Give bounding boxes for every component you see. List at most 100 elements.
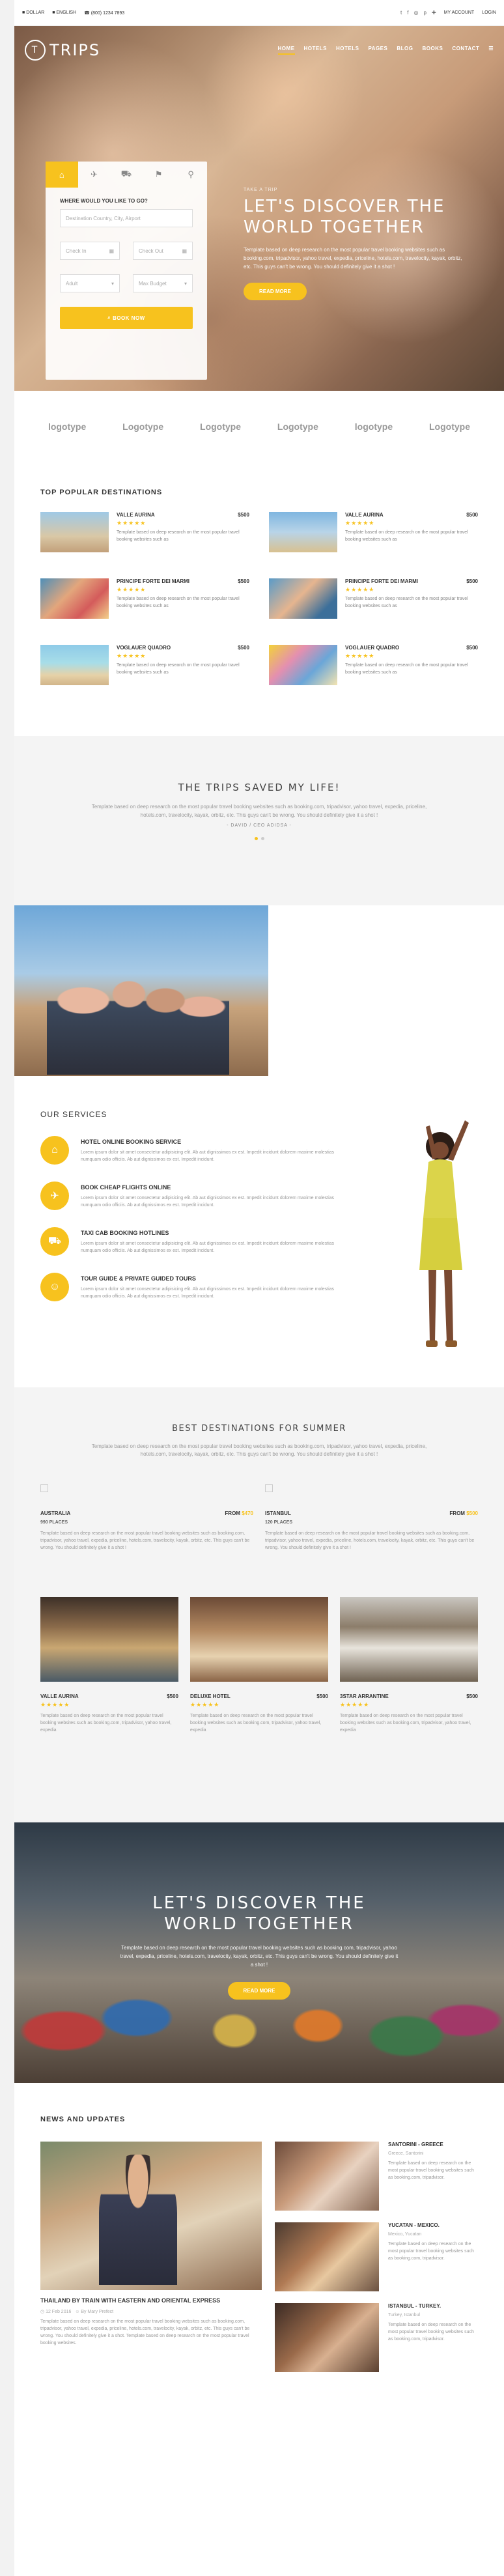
book-now-button[interactable]: ⌕ BOOK NOW <box>60 307 193 329</box>
hotel-image <box>190 1597 328 1682</box>
bike-tab-icon[interactable]: ⚲ <box>175 162 207 188</box>
clock-icon: ◷ <box>40 2310 46 2314</box>
testimonial-author: - DAVID / CEO ADIDSA - <box>227 823 292 828</box>
partner-logo[interactable]: logotype <box>48 421 86 432</box>
nav-item-hotels[interactable]: HOTELS <box>304 46 327 55</box>
search-icon: ⌕ <box>107 315 113 320</box>
hotel-image <box>340 1597 478 1682</box>
car-tab-icon[interactable]: ⛟ <box>110 162 143 188</box>
news-title: NEWS AND UPDATES <box>40 2116 126 2123</box>
hotel-card[interactable]: VALLE AURINA $500 ★★★★★ Template based on… <box>40 1597 178 1734</box>
broken-image-icon <box>40 1484 48 1492</box>
nav-item-contact[interactable]: CONTACT <box>452 46 479 55</box>
banner-headline: LET'S DISCOVER THE WORLD TOGETHER <box>152 1893 366 1934</box>
testimonial-title: THE TRIPS SAVED MY LIFE! <box>178 782 341 793</box>
news-item[interactable]: ISTANBUL - TURKEY. Turkey, Istanbul Templa… <box>275 2303 478 2372</box>
list-item[interactable]: VOGLAUER QUADRO $500 ★★★★★ Template based o… <box>269 645 478 685</box>
news-main-title[interactable]: THAILAND BY TRAIN WITH EASTERN AND ORIEN… <box>40 2297 262 2305</box>
page: ■ DOLLAR ■ ENGLISH ☎ (800) 1234 7893 t f… <box>14 0 504 2576</box>
list-item[interactable]: PRINCIPE FORTE DEI MARMI $500 ★★★★★ Templat… <box>40 578 249 619</box>
menu: HOME HOTELS HOTELS PAGES BLOG BOOKS CONT… <box>277 46 494 55</box>
twitter-icon[interactable]: t <box>400 10 402 16</box>
nav-item-hotels-2[interactable]: HOTELS <box>336 46 359 55</box>
pinterest-icon[interactable]: p <box>424 10 427 16</box>
news-main-card[interactable]: THAILAND BY TRAIN WITH EASTERN AND ORIEN… <box>40 2142 262 2372</box>
instagram-icon[interactable]: ◎ <box>414 10 419 16</box>
login-link[interactable]: LOGIN <box>482 10 496 15</box>
main-nav: T TRIPS HOME HOTELS HOTELS PAGES BLOG BO… <box>14 34 504 66</box>
nav-item-pages[interactable]: PAGES <box>368 46 387 55</box>
language-selector[interactable]: ■ ENGLISH <box>52 10 76 15</box>
adults-select[interactable]: Adult ▾ <box>60 274 120 292</box>
currency-selector[interactable]: ■ DOLLAR <box>22 10 44 15</box>
news-main-image <box>40 2142 262 2290</box>
checkout-input[interactable]: Check Out ▦ <box>133 242 193 260</box>
banner-description: Template based on deep research on the m… <box>120 1945 399 1968</box>
destination-card[interactable]: AUSTRALIA FROM $470 990 PLACES Template b… <box>40 1484 253 1551</box>
hotel-card[interactable]: 3STAR ARRANTINE $500 ★★★★★ Template based… <box>340 1597 478 1734</box>
top-bar: ■ DOLLAR ■ ENGLISH ☎ (800) 1234 7893 t f… <box>14 0 504 26</box>
news-item[interactable]: YUCATAN - MEXICO. Mexico, Yucatan Template… <box>275 2222 478 2291</box>
news-image <box>275 2142 379 2211</box>
search-tabs: ⌂ ✈ ⛟ ⚑ ⚲ <box>46 162 207 188</box>
budget-select[interactable]: Max Budget ▾ <box>133 274 193 292</box>
slider-dot[interactable] <box>254 837 258 840</box>
services-section: OUR SERVICES ⌂ HOTEL ONLINE BOOKING SERV… <box>14 1081 504 1387</box>
service-item: ⌂ HOTEL ONLINE BOOKING SERVICE Lorem ipsu… <box>14 1136 379 1165</box>
hotel-icon: ⌂ <box>40 1136 69 1165</box>
slider-dot[interactable] <box>260 837 264 840</box>
rss-icon[interactable]: ✚ <box>432 10 436 16</box>
partner-logo[interactable]: Logotype <box>277 421 318 432</box>
hero-text: TAKE A TRIP LET'S DISCOVER THE WORLD TOGE… <box>244 188 465 300</box>
popular-title: TOP POPULAR DESTINATIONS <box>40 488 163 496</box>
facebook-icon[interactable]: f <box>407 10 408 16</box>
popular-section: TOP POPULAR DESTINATIONS VALLE AURINA $50… <box>14 462 504 736</box>
destination-image <box>269 512 337 552</box>
destination-card[interactable]: ISTANBUL FROM $500 120 PLACES Template ba… <box>265 1484 478 1551</box>
best-destinations-section: BEST DESTINATIONS FOR SUMMER Template ba… <box>14 1387 504 1822</box>
read-more-button[interactable]: READ MORE <box>244 283 307 300</box>
news-image <box>275 2303 379 2372</box>
search-title: WHERE WOULD YOU LIKE TO GO? <box>60 198 148 204</box>
chevron-down-icon: ▾ <box>111 280 114 287</box>
service-item: ☺ TOUR GUIDE & PRIVATE GUIDED TOURS Lorem… <box>14 1273 379 1301</box>
flight-tab-icon[interactable]: ✈ <box>78 162 111 188</box>
tour-guide-icon: ☺ <box>40 1273 69 1301</box>
list-item[interactable]: VALLE AURINA $500 ★★★★★ Template based on d… <box>269 512 478 552</box>
page-left-gutter <box>0 0 14 2576</box>
user-icon: ☺ <box>75 2310 81 2314</box>
partner-logo[interactable]: logotype <box>355 421 393 432</box>
services-title: OUR SERVICES <box>40 1110 107 1119</box>
search-widget: ⌂ ✈ ⛟ ⚑ ⚲ WHERE WOULD YOU LIKE TO GO? De… <box>46 162 207 380</box>
menu-icon[interactable]: ☰ <box>488 46 494 55</box>
checkin-input[interactable]: Check In ▦ <box>60 242 120 260</box>
tour-tab-icon[interactable]: ⚑ <box>143 162 175 188</box>
partner-logo[interactable]: Logotype <box>429 421 470 432</box>
service-item: ⛟ TAXI CAB BOOKING HOTLINES Lorem ipsum d… <box>14 1227 379 1256</box>
destination-image <box>40 578 109 619</box>
list-item[interactable]: PRINCIPE FORTE DEI MARMI $500 ★★★★★ Templat… <box>269 578 478 619</box>
list-item[interactable]: VALLE AURINA $500 ★★★★★ Template based on d… <box>40 512 249 552</box>
nav-item-books[interactable]: BOOKS <box>422 46 443 55</box>
hero-section: T TRIPS HOME HOTELS HOTELS PAGES BLOG BO… <box>14 26 504 391</box>
nav-item-blog[interactable]: BLOG <box>397 46 413 55</box>
testimonial-section: THE TRIPS SAVED MY LIFE! Template based … <box>14 736 504 905</box>
calendar-icon: ▦ <box>109 248 114 254</box>
hotel-card[interactable]: DELUXE HOTEL $500 ★★★★★ Template based on… <box>190 1597 328 1734</box>
partner-logo[interactable]: Logotype <box>122 421 163 432</box>
destination-input[interactable]: Destination Country, City, Airport <box>60 209 193 227</box>
news-section: NEWS AND UPDATES THAILAND BY TRAIN WITH … <box>14 2083 504 2372</box>
news-item[interactable]: SANTORINI - GREECE Greece, Santorini Templ… <box>275 2142 478 2211</box>
taxi-icon: ⛟ <box>40 1227 69 1256</box>
list-item[interactable]: VOGLAUER QUADRO $500 ★★★★★ Template based o… <box>40 645 249 685</box>
logo[interactable]: T TRIPS <box>25 40 100 61</box>
my-account-link[interactable]: MY ACCOUNT <box>444 10 475 15</box>
banner-read-more-button[interactable]: READ MORE <box>227 1982 291 2000</box>
partner-logo[interactable]: Logotype <box>200 421 241 432</box>
nav-item-home[interactable]: HOME <box>277 46 295 55</box>
service-item: ✈ BOOK CHEAP FLIGHTS ONLINE Lorem ipsum d… <box>14 1182 379 1210</box>
hotel-tab-icon[interactable]: ⌂ <box>46 162 78 188</box>
testimonial-text: Template based on deep research on the m… <box>91 804 427 818</box>
partner-logos: logotype Logotype Logotype Logotype logo… <box>14 391 504 462</box>
hero-description: Template based on deep research on the m… <box>244 247 462 270</box>
